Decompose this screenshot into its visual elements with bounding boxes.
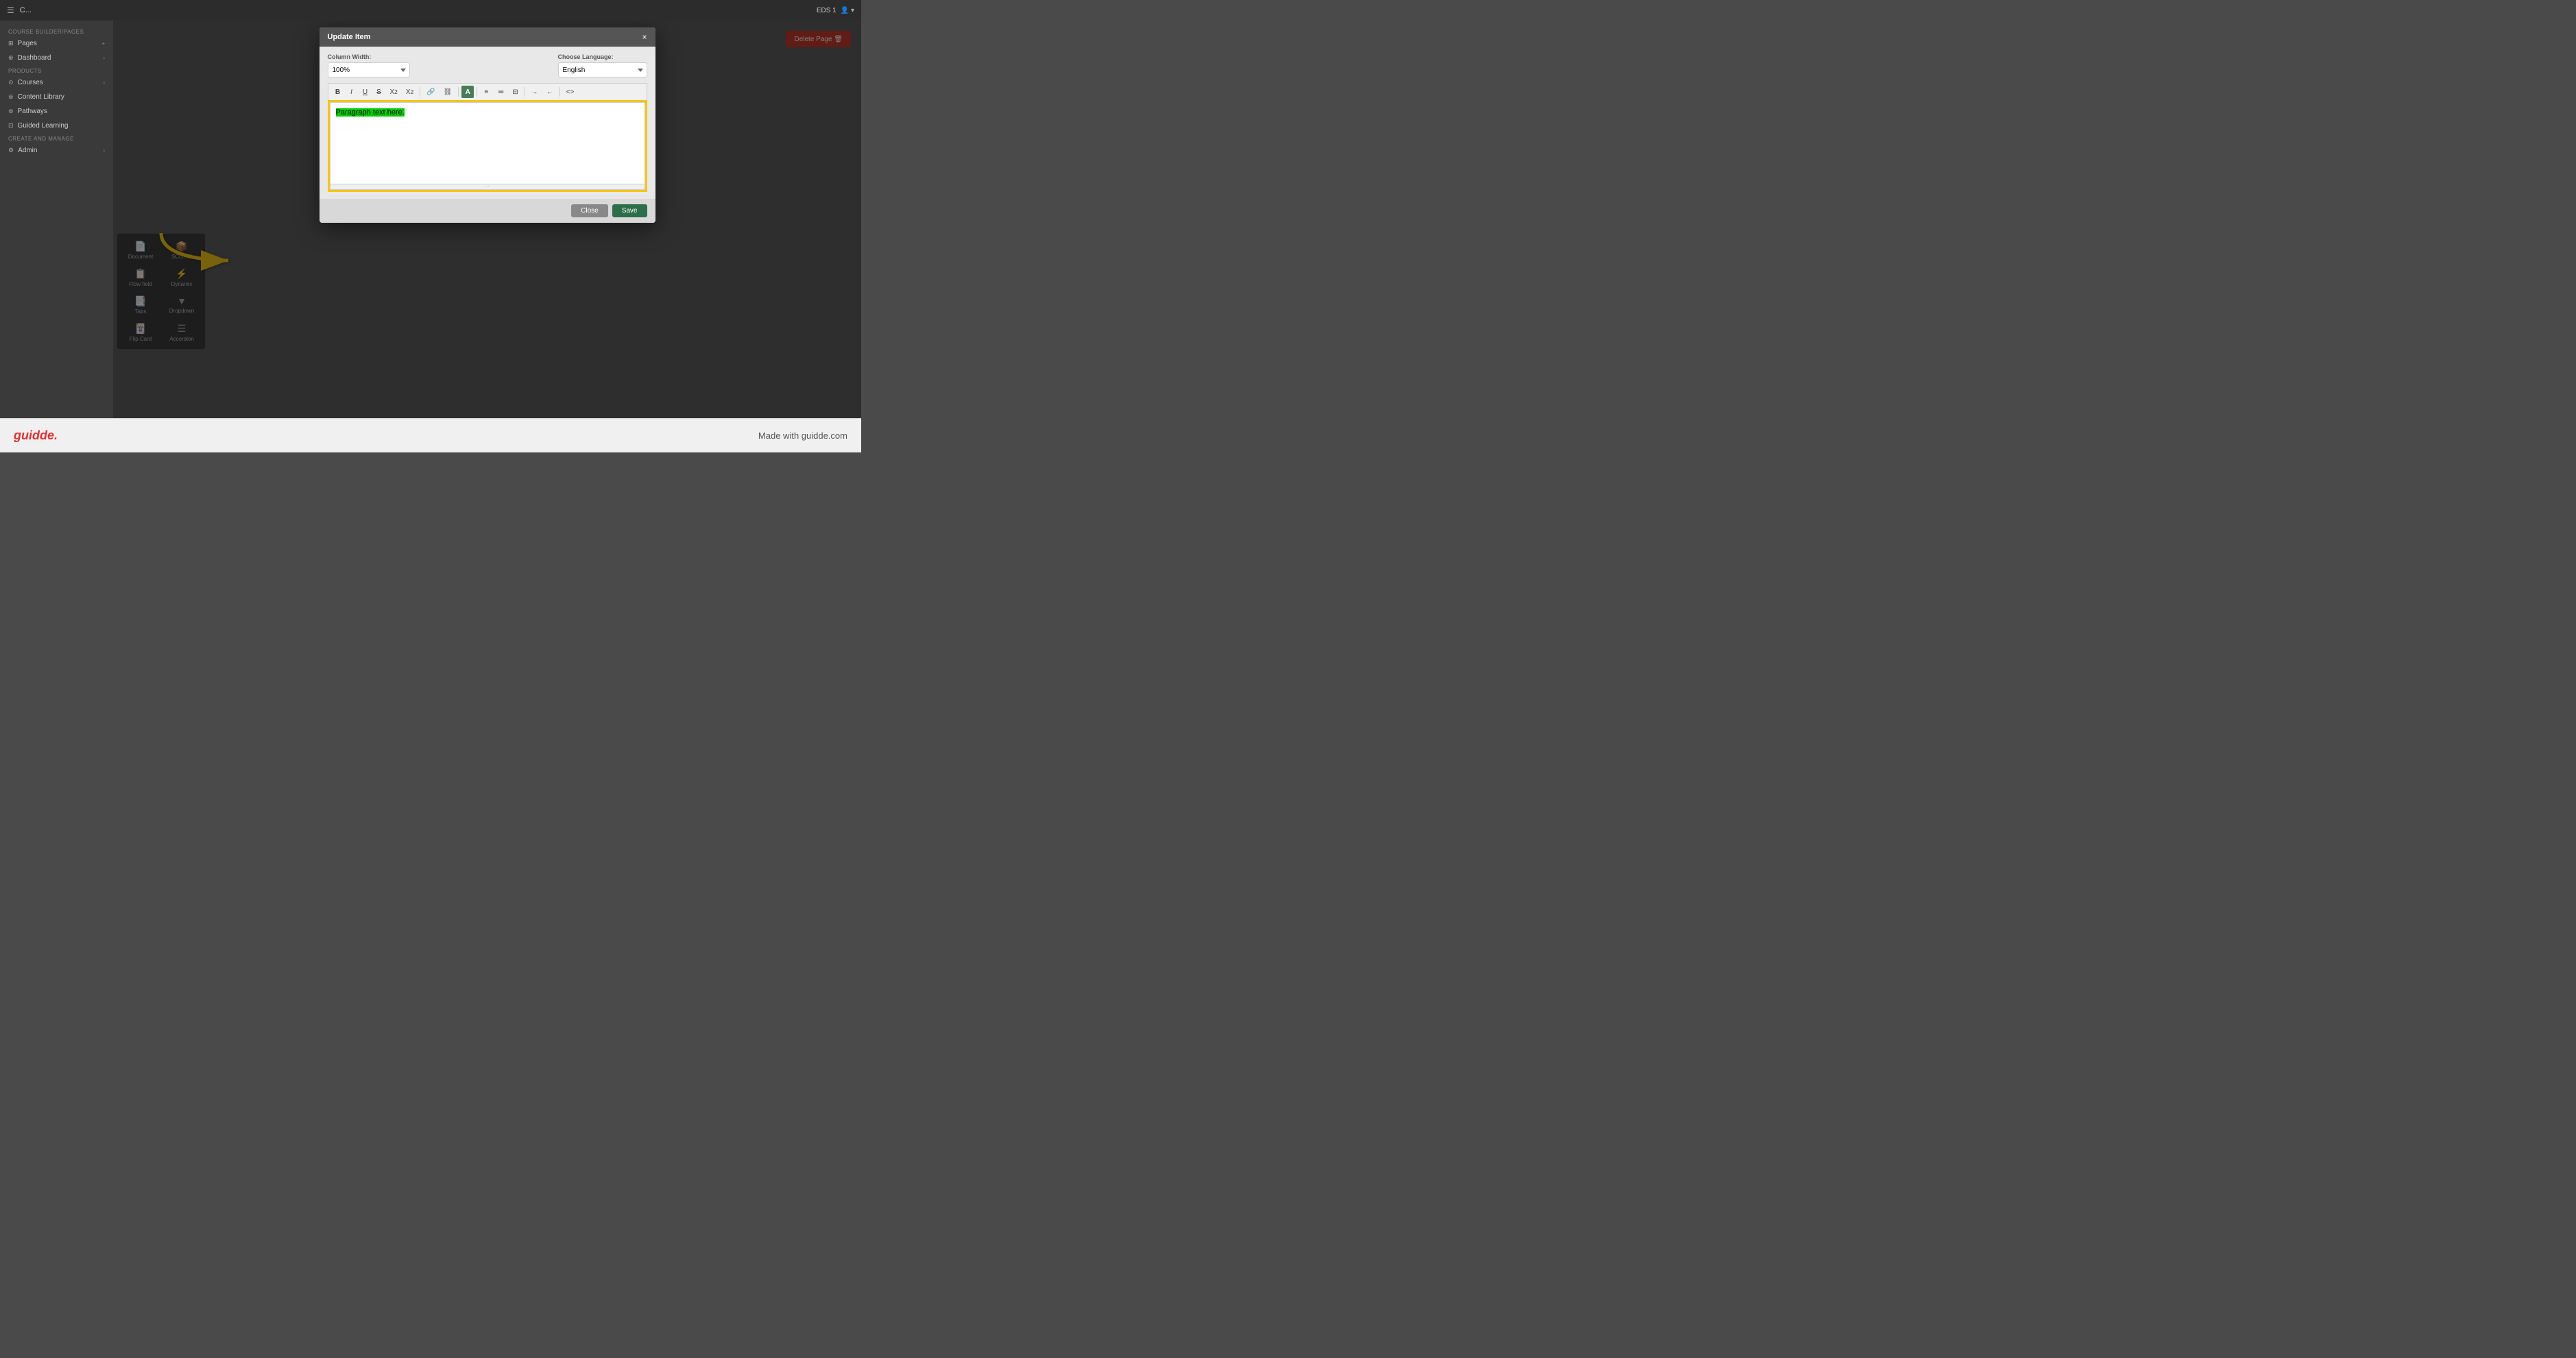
- bottom-bar: guidde. Made with guidde.com: [0, 418, 861, 452]
- highlighted-text: Paragraph text here.: [336, 108, 405, 117]
- pathways-icon: ⊜: [8, 108, 14, 115]
- italic-button[interactable]: I: [346, 86, 358, 98]
- admin-icon: ⚙: [8, 147, 14, 154]
- link-button[interactable]: 🔗: [423, 86, 438, 98]
- language-select[interactable]: English Spanish French German: [558, 62, 647, 77]
- pages-add-icon[interactable]: +: [101, 40, 105, 47]
- guidde-logo: guidde.: [14, 428, 58, 443]
- sidebar-pages-label: Pages: [18, 40, 37, 47]
- modal-body: Column Width: 100% 75% 50% 25% Choose La…: [320, 47, 655, 199]
- column-width-label: Column Width:: [328, 53, 410, 60]
- main-layout: Course Builder/Pages ⊞ Pages + ⊕ Dashboa…: [0, 21, 861, 418]
- sidebar: Course Builder/Pages ⊞ Pages + ⊕ Dashboa…: [0, 21, 113, 418]
- app-logo: C...: [20, 6, 32, 14]
- top-navigation: ☰ C... EDS 1 👤 ▾: [0, 0, 861, 21]
- modal-title: Update Item: [328, 33, 371, 41]
- top-nav-left: ☰ C...: [7, 5, 32, 15]
- editor-area[interactable]: Paragraph text here.: [330, 102, 645, 184]
- dashboard-arrow-icon: ›: [103, 55, 105, 61]
- content-library-icon: ⊚: [8, 93, 14, 101]
- sidebar-content-library-label: Content Library: [18, 93, 64, 101]
- hamburger-icon[interactable]: ☰: [7, 5, 14, 15]
- sidebar-item-admin[interactable]: ⚙ Admin ›: [0, 143, 113, 158]
- outdent-button[interactable]: ←: [543, 86, 557, 98]
- courses-icon: ⊙: [8, 79, 14, 86]
- sidebar-section-course-builder: Course Builder/Pages: [0, 26, 113, 36]
- admin-arrow-icon: ›: [103, 147, 105, 154]
- toolbar-separator-5: [559, 87, 560, 97]
- sidebar-admin-label: Admin: [18, 147, 37, 154]
- indent-button[interactable]: →: [528, 86, 542, 98]
- column-width-group: Column Width: 100% 75% 50% 25%: [328, 53, 410, 77]
- unlink-button[interactable]: ⛓: [440, 86, 456, 98]
- modal-overlay: Update Item × Column Width: 100% 75% 50%: [113, 21, 861, 418]
- pages-icon: ⊞: [8, 40, 14, 47]
- modal-header: Update Item ×: [320, 27, 655, 47]
- sidebar-item-dashboard[interactable]: ⊕ Dashboard ›: [0, 51, 113, 65]
- save-button[interactable]: Save: [612, 204, 647, 217]
- numbered-list-button[interactable]: ≔: [494, 86, 507, 98]
- user-info: EDS 1: [817, 7, 836, 14]
- sidebar-courses-label: Courses: [18, 79, 43, 86]
- source-button[interactable]: <>: [563, 86, 578, 98]
- dashboard-icon: ⊕: [8, 54, 14, 62]
- choose-language-label: Choose Language:: [558, 53, 647, 60]
- highlight-button[interactable]: A: [461, 86, 474, 98]
- modal-close-x-button[interactable]: ×: [642, 33, 647, 41]
- strikethrough-button[interactable]: S: [373, 86, 385, 98]
- sidebar-item-pathways[interactable]: ⊜ Pathways: [0, 104, 113, 119]
- top-nav-right: EDS 1 👤 ▾: [817, 7, 854, 14]
- superscript-button[interactable]: X2: [387, 86, 401, 98]
- made-with-text: Made with guidde.com: [758, 431, 847, 441]
- sidebar-item-content-library[interactable]: ⊚ Content Library: [0, 90, 113, 104]
- modal-footer: Close Save: [320, 199, 655, 223]
- user-icon[interactable]: 👤 ▾: [841, 7, 854, 14]
- sidebar-dashboard-label: Dashboard: [18, 54, 51, 62]
- bold-button[interactable]: B: [332, 86, 344, 98]
- guided-learning-icon: ⊡: [8, 122, 14, 130]
- sidebar-section-products: Products: [0, 65, 113, 75]
- update-item-modal: Update Item × Column Width: 100% 75% 50%: [320, 27, 655, 223]
- toolbar-separator-2: [458, 87, 459, 97]
- editor-wrapper: Paragraph text here. ···: [328, 100, 647, 192]
- sidebar-pathways-label: Pathways: [18, 108, 47, 115]
- courses-arrow-icon: ›: [103, 80, 105, 86]
- subscript-button[interactable]: X2: [402, 86, 417, 98]
- align-button[interactable]: ⊟: [509, 86, 521, 98]
- close-button[interactable]: Close: [571, 204, 608, 217]
- sidebar-item-pages[interactable]: ⊞ Pages +: [0, 36, 113, 51]
- editor-toolbar: B I U S X2 X2 🔗 ⛓ A ≡ ≔ ⊟: [328, 83, 647, 100]
- main-content: Delete Page 🗑 📄 Document 📦 SCORM 📋 Flow …: [113, 21, 861, 418]
- language-group: Choose Language: English Spanish French …: [558, 53, 647, 77]
- sidebar-section-create-manage: Create and Manage: [0, 133, 113, 143]
- column-width-select[interactable]: 100% 75% 50% 25%: [328, 62, 410, 77]
- sidebar-guided-learning-label: Guided Learning: [18, 122, 69, 130]
- bullet-list-button[interactable]: ≡: [480, 86, 492, 98]
- underline-button[interactable]: U: [359, 86, 372, 98]
- editor-resize-handle[interactable]: ···: [330, 184, 645, 190]
- sidebar-item-guided-learning[interactable]: ⊡ Guided Learning: [0, 119, 113, 133]
- sidebar-item-courses[interactable]: ⊙ Courses ›: [0, 75, 113, 90]
- modal-options-row: Column Width: 100% 75% 50% 25% Choose La…: [328, 53, 647, 77]
